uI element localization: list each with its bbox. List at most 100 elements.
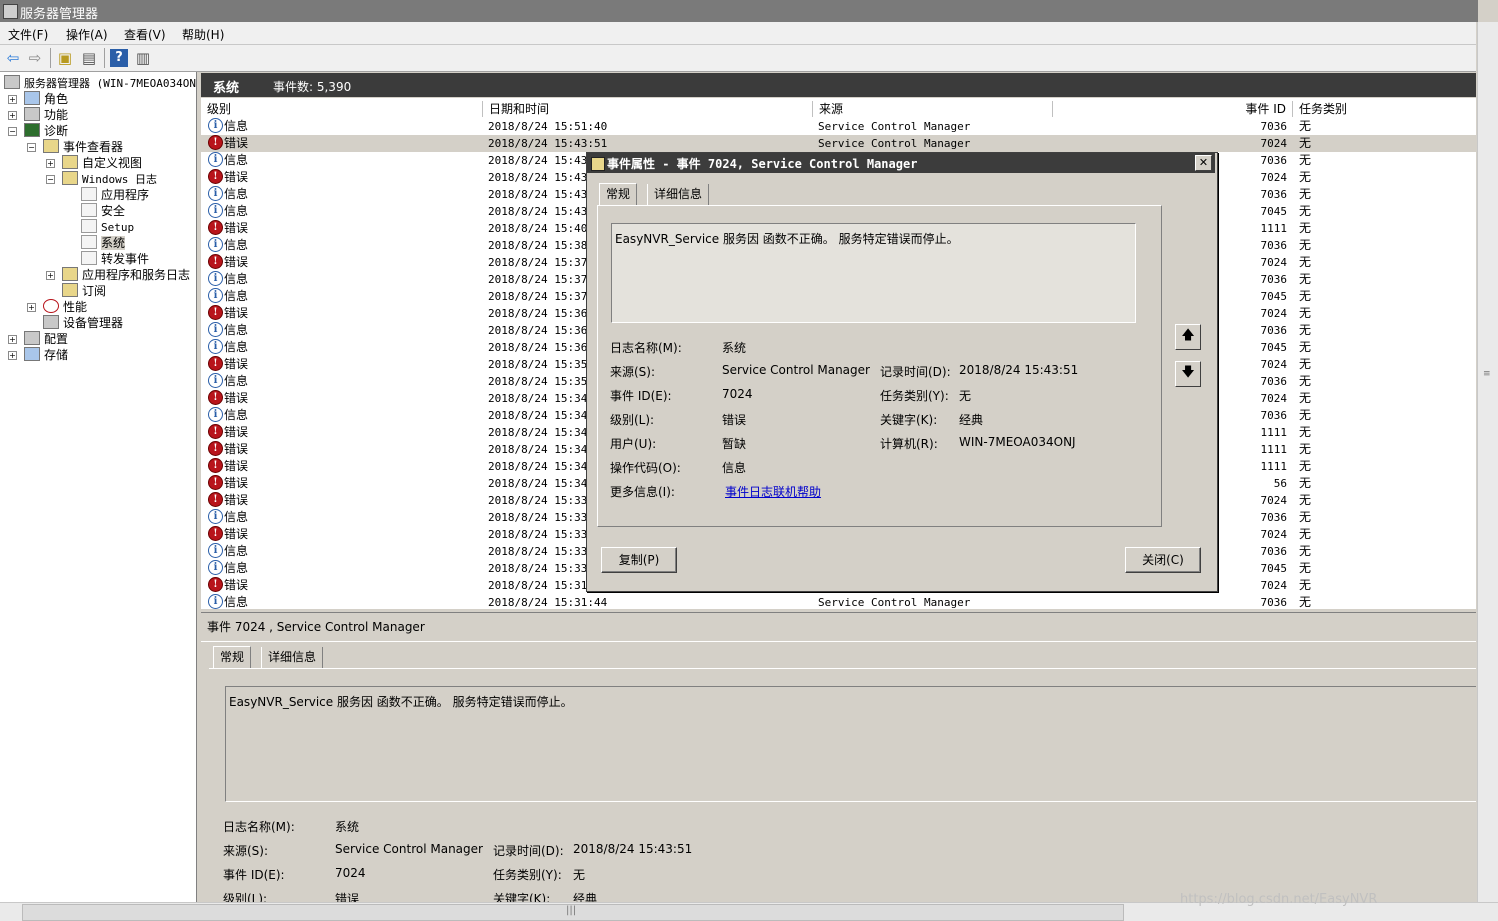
- preview-label-recorded: 记录时间(D):: [493, 844, 564, 858]
- row-datetime: 2018/8/24 15:43:: [488, 171, 594, 184]
- previous-event-arrow-icon[interactable]: 🡅: [1175, 324, 1201, 350]
- row-event-id: 7036: [1260, 273, 1288, 286]
- dialog-tab-general[interactable]: 常规: [599, 183, 638, 205]
- table-row[interactable]: i 信息 2018/8/24 15:51:40 Service Control Man…: [201, 118, 1476, 135]
- expand-roles[interactable]: +: [8, 95, 17, 104]
- collapse-diagnostics[interactable]: −: [8, 127, 17, 136]
- tree-item-diagnostics[interactable]: 诊断: [24, 123, 68, 139]
- dialog-tab-details[interactable]: 详细信息: [647, 184, 710, 205]
- dialog-title-bar[interactable]: 事件属性 - 事件 7024, Service Control Manager …: [587, 153, 1215, 173]
- error-icon: !: [208, 220, 223, 235]
- column-task-category[interactable]: 任务类别: [1293, 101, 1476, 117]
- row-task: 无: [1299, 323, 1312, 337]
- tree-item-performance[interactable]: 性能: [43, 299, 87, 315]
- preview-tab-details[interactable]: 详细信息: [261, 647, 324, 668]
- column-level[interactable]: 级别: [201, 101, 483, 117]
- collapse-event-viewer[interactable]: −: [27, 143, 36, 152]
- menu-action[interactable]: 操作(A): [66, 26, 108, 43]
- row-event-id: 7024: [1260, 358, 1288, 371]
- expand-features[interactable]: +: [8, 111, 17, 120]
- preview-value-recorded: 2018/8/24 15:43:51: [573, 842, 693, 856]
- scroll-grip-icon[interactable]: ≡: [1483, 370, 1493, 386]
- log-icon: [81, 251, 97, 265]
- expand-storage[interactable]: +: [8, 351, 17, 360]
- row-task: 无: [1299, 510, 1312, 524]
- online-help-link[interactable]: 事件日志联机帮助: [725, 483, 821, 500]
- column-event-id[interactable]: 事件 ID: [1053, 101, 1293, 117]
- close-button[interactable]: 关闭(C): [1125, 547, 1201, 573]
- row-level: 错误: [224, 221, 249, 235]
- expand-configuration[interactable]: +: [8, 335, 17, 344]
- tree-item-roles[interactable]: 角色: [24, 91, 68, 107]
- row-level: 信息: [224, 238, 249, 252]
- menu-help[interactable]: 帮助(H): [182, 26, 224, 43]
- dialog-label-source: 来源(S):: [610, 365, 656, 379]
- event-viewer-icon: [43, 139, 59, 153]
- row-level: 信息: [224, 544, 249, 558]
- tree-item-application[interactable]: 应用程序: [81, 187, 149, 203]
- info-icon: i: [208, 339, 223, 354]
- tree-item-windows-logs[interactable]: Windows 日志: [62, 171, 157, 187]
- row-datetime: 2018/8/24 15:31:44: [488, 596, 608, 609]
- tree-root[interactable]: 服务器管理器 (WIN-7MEOA034ON: [4, 75, 196, 91]
- tree-item-app-service-logs[interactable]: 应用程序和服务日志: [62, 267, 190, 283]
- copy-button[interactable]: 复制(P): [601, 547, 677, 573]
- forward-arrow-icon[interactable]: ⇨: [26, 49, 44, 67]
- menu-view[interactable]: 查看(V): [124, 26, 166, 43]
- expand-custom-views[interactable]: +: [46, 159, 55, 168]
- vertical-scrollbar[interactable]: ≡: [1477, 22, 1498, 902]
- expand-performance[interactable]: +: [27, 303, 36, 312]
- dialog-label-task: 任务类别(Y):: [880, 389, 949, 403]
- server-manager-icon: [3, 4, 18, 19]
- row-datetime: 2018/8/24 15:33:: [488, 562, 594, 575]
- tree-item-features[interactable]: 功能: [24, 107, 68, 123]
- help-icon[interactable]: ?: [110, 49, 128, 67]
- preview-message-box: EasyNVR_Service 服务因 函数不正确。 服务特定错误而停止。: [225, 686, 1476, 802]
- roles-icon: [24, 91, 40, 105]
- row-level: 错误: [224, 459, 249, 473]
- row-event-id: 1111: [1260, 460, 1288, 473]
- up-folder-icon[interactable]: ▣: [56, 49, 74, 67]
- info-icon: i: [208, 118, 223, 133]
- tree-item-storage[interactable]: 存储: [24, 347, 68, 363]
- table-row[interactable]: ! 错误 2018/8/24 15:43:51 Service Control Man…: [201, 135, 1476, 152]
- row-task: 无: [1299, 238, 1312, 252]
- subscriptions-icon: [62, 283, 78, 297]
- tree-item-setup[interactable]: Setup: [81, 219, 134, 235]
- collapse-windows-logs[interactable]: −: [46, 175, 55, 184]
- row-datetime: 2018/8/24 15:34:: [488, 477, 594, 490]
- preview-tab-general[interactable]: 常规: [213, 646, 252, 668]
- error-icon: !: [208, 526, 223, 541]
- tree-item-security[interactable]: 安全: [81, 203, 125, 219]
- tree-item-configuration[interactable]: 配置: [24, 331, 68, 347]
- tree-item-system[interactable]: 系统: [81, 235, 126, 251]
- next-event-arrow-icon[interactable]: 🡇: [1175, 361, 1201, 387]
- show-hide-tree-icon[interactable]: ▤: [80, 49, 98, 67]
- row-level: 错误: [224, 527, 249, 541]
- column-datetime[interactable]: 日期和时间: [483, 101, 813, 117]
- dialog-label-more-info: 更多信息(I):: [610, 485, 675, 499]
- row-task: 无: [1299, 306, 1312, 320]
- dialog-close-icon[interactable]: ✕: [1195, 155, 1212, 171]
- column-source[interactable]: 来源: [813, 101, 1053, 117]
- table-row[interactable]: i 信息 2018/8/24 15:31:44 Service Control Man…: [201, 594, 1476, 609]
- properties-icon[interactable]: ▥: [134, 49, 152, 67]
- dialog-label-user: 用户(U):: [610, 437, 657, 451]
- tree-item-event-viewer[interactable]: 事件查看器: [43, 139, 123, 155]
- row-event-id: 7036: [1260, 239, 1288, 252]
- tree-item-device-manager[interactable]: 设备管理器: [43, 315, 123, 331]
- row-event-id: 1111: [1260, 426, 1288, 439]
- tree-item-subscriptions[interactable]: 订阅: [62, 283, 106, 299]
- row-source: Service Control Manager: [818, 596, 971, 609]
- tree-item-custom-views[interactable]: 自定义视图: [62, 155, 142, 171]
- row-event-id: 7045: [1260, 341, 1288, 354]
- menu-file[interactable]: 文件(F): [8, 26, 48, 43]
- tree-item-forwarded-events[interactable]: 转发事件: [81, 251, 149, 267]
- window-title-bar: 服务器管理器: [0, 0, 1478, 22]
- info-icon: i: [208, 186, 223, 201]
- row-datetime: 2018/8/24 15:43:51: [488, 137, 608, 150]
- back-arrow-icon[interactable]: ⇦: [4, 49, 22, 67]
- expand-app-service-logs[interactable]: +: [46, 271, 55, 280]
- row-level: 错误: [224, 306, 249, 320]
- row-task: 无: [1299, 544, 1312, 558]
